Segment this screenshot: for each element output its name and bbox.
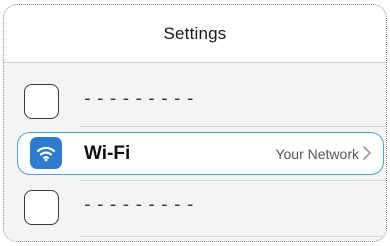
row-divider <box>80 126 386 127</box>
wifi-label: Wi-Fi <box>84 143 131 164</box>
row-divider <box>80 180 386 181</box>
placeholder-label: --------- <box>82 88 198 109</box>
wifi-network-value: Your Network <box>275 146 359 162</box>
settings-window: Settings --------- Wi-Fi Your Network --… <box>3 4 387 242</box>
chevron-right-icon <box>363 146 371 165</box>
placeholder-icon <box>24 190 59 225</box>
page-title: Settings <box>163 24 227 43</box>
placeholder-icon <box>24 84 59 119</box>
placeholder-label: --------- <box>82 194 198 215</box>
wifi-icon <box>30 137 62 169</box>
header: Settings <box>4 5 386 63</box>
list-item-wifi[interactable]: Wi-Fi Your Network <box>17 132 384 175</box>
list-item-placeholder-2[interactable]: --------- <box>4 183 386 235</box>
list-item-placeholder-1[interactable]: --------- <box>4 77 386 129</box>
row-divider <box>80 236 386 237</box>
